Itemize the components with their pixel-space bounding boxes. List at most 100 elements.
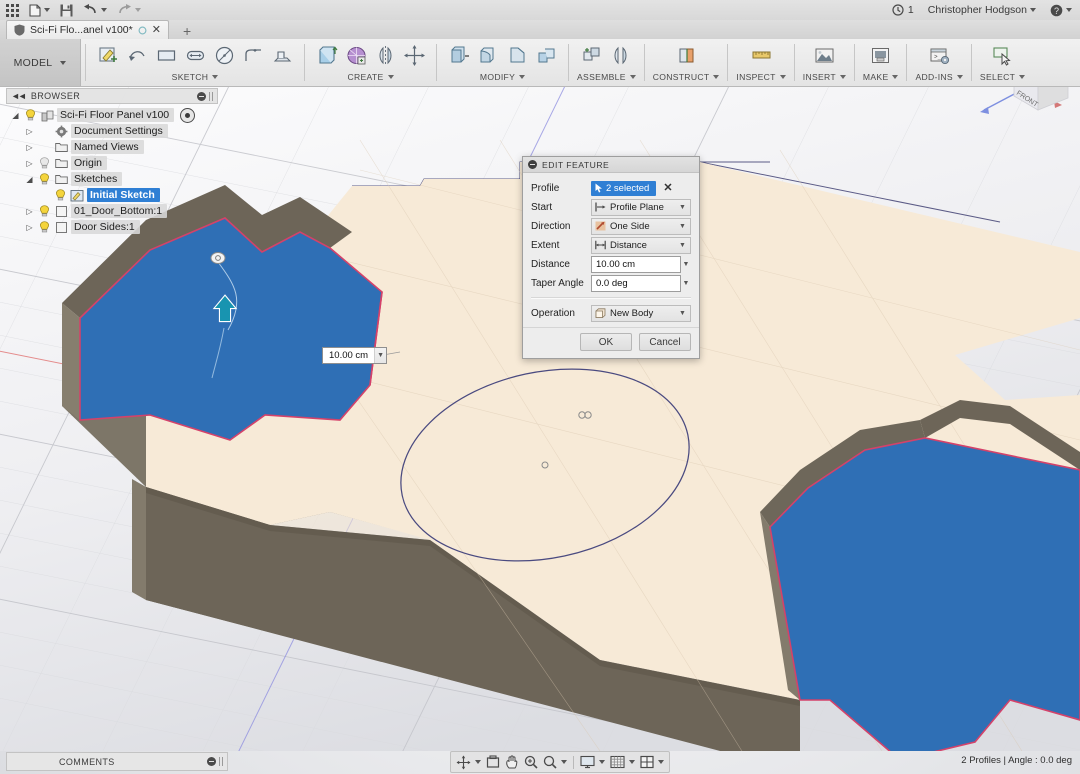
jobs-status[interactable]: 1	[892, 4, 914, 16]
sketch-spline-icon[interactable]	[123, 41, 151, 70]
panel-options-icon[interactable]	[197, 91, 206, 101]
ribbon-group-label-sketch[interactable]: SKETCH	[172, 72, 219, 82]
lightbulb-icon[interactable]	[38, 221, 51, 234]
rectangle-icon[interactable]	[152, 41, 180, 70]
ribbon-group-label-modify[interactable]: MODIFY	[480, 72, 526, 82]
comments-panel[interactable]: COMMENTS	[6, 752, 228, 771]
pan-icon[interactable]	[503, 753, 521, 771]
press-pull-icon[interactable]	[445, 41, 473, 70]
chevron-down-icon[interactable]: ▼	[681, 261, 691, 268]
clear-selection-icon[interactable]: ✕	[663, 183, 672, 194]
apps-grid-icon[interactable]	[6, 3, 19, 17]
insert-mesh-icon[interactable]	[810, 41, 838, 70]
panel-grip[interactable]	[219, 757, 223, 766]
file-menu-button[interactable]	[29, 3, 50, 17]
collapse-left-icon[interactable]: ◄◄	[11, 91, 27, 101]
save-icon[interactable]	[60, 4, 73, 17]
3d-print-icon[interactable]	[867, 41, 895, 70]
new-tab-button[interactable]: +	[177, 24, 197, 39]
extrude-profile-icon[interactable]	[268, 41, 296, 70]
canvas-dimension-input[interactable]: 10.00 cm ▼	[322, 347, 388, 364]
redo-icon[interactable]	[117, 4, 141, 16]
tree-node-door-bottom[interactable]: ▷ 01_Door_Bottom:1	[6, 203, 218, 219]
zoom-icon[interactable]	[522, 753, 540, 771]
tree-node-origin[interactable]: ▷ Origin	[6, 155, 218, 171]
lightbulb-icon[interactable]	[24, 109, 37, 122]
ribbon-group-label-inspect[interactable]: INSPECT	[736, 72, 786, 82]
chevron-down-icon[interactable]: ▼	[678, 242, 687, 249]
grid-snap-icon[interactable]	[608, 753, 637, 771]
ribbon-group-label-select[interactable]: SELECT	[980, 72, 1026, 82]
document-tab[interactable]: Sci-Fi Flo...anel v100* ✕	[6, 20, 169, 39]
user-menu[interactable]: Christopher Hodgson	[928, 4, 1036, 16]
circle-icon[interactable]	[210, 41, 238, 70]
extrude-handle-icon[interactable]	[210, 250, 226, 266]
ribbon-group-label-assemble[interactable]: ASSEMBLE	[577, 72, 636, 82]
chevron-down-icon[interactable]: ▼	[374, 348, 387, 363]
undo-icon[interactable]	[83, 4, 107, 16]
lightbulb-icon[interactable]	[38, 173, 51, 186]
distance-input[interactable]: 10.00 cm	[591, 255, 681, 273]
display-settings-icon[interactable]	[578, 753, 607, 771]
twisty-expanded-icon[interactable]: ◢	[24, 175, 35, 184]
new-component-icon[interactable]	[578, 41, 606, 70]
measure-icon[interactable]	[747, 41, 775, 70]
operation-dropdown[interactable]: New Body ▼	[591, 304, 691, 322]
orbit-icon[interactable]	[454, 753, 483, 771]
component-activate-icon[interactable]	[180, 107, 196, 123]
chevron-down-icon[interactable]: ▼	[681, 280, 691, 287]
tree-node-root[interactable]: ◢ Sci-Fi Floor Panel v100	[6, 107, 218, 123]
shell-icon[interactable]	[532, 41, 560, 70]
revolve-icon[interactable]	[342, 41, 370, 70]
minimize-icon[interactable]	[528, 160, 537, 169]
extent-dropdown[interactable]: Distance ▼	[591, 236, 691, 254]
workspace-selector[interactable]: MODEL	[0, 39, 81, 86]
chamfer-icon[interactable]	[503, 41, 531, 70]
profile-selection-chip[interactable]: 2 selected	[591, 180, 657, 196]
chevron-down-icon[interactable]: ▼	[678, 204, 687, 211]
help-menu[interactable]: ?	[1050, 4, 1072, 17]
ribbon-group-label-create[interactable]: CREATE	[347, 72, 394, 82]
twisty-collapsed-icon[interactable]: ▷	[24, 143, 35, 152]
zoom-window-icon[interactable]	[541, 753, 569, 771]
viewports-icon[interactable]	[638, 753, 666, 771]
taper-angle-input[interactable]: 0.0 deg	[591, 274, 681, 292]
cancel-button[interactable]: Cancel	[639, 333, 691, 351]
tree-node-sketches[interactable]: ◢ Sketches	[6, 171, 218, 187]
extrude-direction-arrow-icon[interactable]	[212, 294, 238, 324]
joint-icon[interactable]	[607, 41, 635, 70]
ribbon-group-label-make[interactable]: MAKE	[863, 72, 899, 82]
tree-node-named-views[interactable]: ▷ Named Views	[6, 139, 218, 155]
offset-plane-icon[interactable]	[672, 41, 700, 70]
ok-button[interactable]: OK	[580, 333, 632, 351]
extrude-icon[interactable]	[313, 41, 341, 70]
direction-dropdown[interactable]: One Side ▼	[591, 217, 691, 235]
tree-node-initial-sketch[interactable]: Initial Sketch	[6, 187, 218, 203]
dialog-title-bar[interactable]: EDIT FEATURE	[523, 157, 699, 173]
mirror-pattern-icon[interactable]	[371, 41, 399, 70]
chevron-down-icon[interactable]: ▼	[678, 310, 687, 317]
close-icon[interactable]: ✕	[152, 25, 161, 36]
lightbulb-icon[interactable]	[38, 157, 51, 170]
slot-icon[interactable]	[181, 41, 209, 70]
fit-icon[interactable]	[484, 753, 502, 771]
twisty-expanded-icon[interactable]: ◢	[10, 111, 21, 120]
ribbon-group-label-construct[interactable]: CONSTRUCT	[653, 72, 720, 82]
twisty-collapsed-icon[interactable]: ▷	[24, 207, 35, 216]
ribbon-group-label-insert[interactable]: INSERT	[803, 72, 846, 82]
ribbon-group-label-addins[interactable]: ADD-INS	[915, 72, 963, 82]
scripts-addins-icon[interactable]: >_	[925, 41, 953, 70]
chevron-down-icon[interactable]: ▼	[678, 223, 687, 230]
select-cursor-icon[interactable]	[989, 41, 1017, 70]
move-copy-icon[interactable]	[400, 41, 428, 70]
panel-options-icon[interactable]	[207, 757, 216, 766]
twisty-collapsed-icon[interactable]: ▷	[24, 127, 35, 136]
twisty-collapsed-icon[interactable]: ▷	[24, 159, 35, 168]
fillet-icon[interactable]	[239, 41, 267, 70]
panel-grip[interactable]	[209, 91, 213, 101]
fillet-modify-icon[interactable]	[474, 41, 502, 70]
lightbulb-icon[interactable]	[54, 189, 67, 202]
start-dropdown[interactable]: Profile Plane ▼	[591, 198, 691, 216]
lightbulb-icon[interactable]	[38, 205, 51, 218]
tree-node-document-settings[interactable]: ▷ Document Settings	[6, 123, 218, 139]
